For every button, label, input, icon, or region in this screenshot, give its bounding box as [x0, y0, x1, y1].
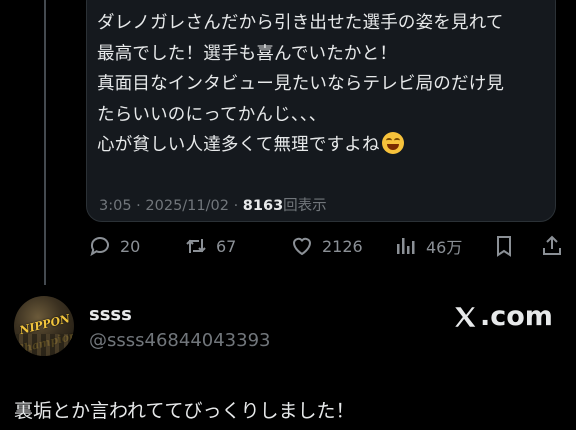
face-with-tears-of-joy-emoji: [381, 132, 404, 154]
tweet-action-bar: 20 67 2126 46万: [88, 231, 566, 261]
tweet-line-last: 心が貧しい人達多くて無理ですよね: [97, 130, 552, 161]
display-name[interactable]: ssss: [89, 304, 132, 325]
bookmark-icon: [497, 236, 511, 257]
view-count: 46万: [426, 238, 463, 257]
retweet-count: 67: [216, 236, 237, 256]
tweet-metadata: 3:05 · 2025/11/02 · 8163回表示: [99, 194, 327, 215]
tweet-line-text: 心が貧しい人達多くて無理ですよね: [97, 135, 380, 155]
tweet-line: ダレノガレさんだから引き出せた選手の姿を見れて: [97, 13, 504, 33]
tweet-line: 最高でした！選手も喜んでいたかと！: [97, 43, 398, 64]
x-com-watermark: .com: [452, 301, 553, 332]
x-logo-icon: [455, 306, 476, 327]
avatar[interactable]: NIPPON Champions 2025: [14, 296, 74, 356]
share-icon: [543, 235, 561, 255]
meta-separator: ·: [136, 198, 141, 214]
quoted-tweet-text: ダレノガレさんだから引き出せた選手の姿を見れて 最高でした！選手も喜んでいたかと…: [97, 8, 552, 161]
retweet-button[interactable]: 67: [184, 231, 236, 261]
views-label: 回表示: [283, 198, 327, 214]
tweet-line: たらいいのにってかんじ、、、: [97, 104, 327, 125]
retweet-icon: [186, 239, 206, 253]
tweet-date[interactable]: 2025/11/02: [145, 198, 229, 214]
views-icon: [397, 238, 415, 254]
tweet-time[interactable]: 3:05: [99, 198, 132, 214]
watermark-text: .com: [480, 301, 553, 332]
user-handle[interactable]: @ssss46844043393: [89, 330, 271, 351]
meta-separator: ·: [233, 198, 239, 214]
like-icon: [292, 237, 312, 256]
thread-connector-line: [44, 0, 46, 285]
views-count: 8163: [242, 198, 284, 214]
bookmark-button[interactable]: [492, 231, 516, 261]
avatar-crowd-photo: [14, 334, 74, 356]
share-button[interactable]: [540, 231, 564, 261]
like-button[interactable]: 2126: [290, 231, 363, 261]
views-button[interactable]: 46万: [394, 231, 462, 261]
reply-tweet-text: 裏垢とか言われててびっくりしました！: [14, 400, 355, 422]
reply-button[interactable]: 20: [88, 231, 140, 261]
like-count: 2126: [322, 236, 363, 256]
reply-count: 20: [120, 236, 141, 256]
tweet-line: 真面目なインタビュー見たいならテレビ局のだけ見: [97, 74, 505, 94]
reply-icon: [90, 237, 109, 257]
